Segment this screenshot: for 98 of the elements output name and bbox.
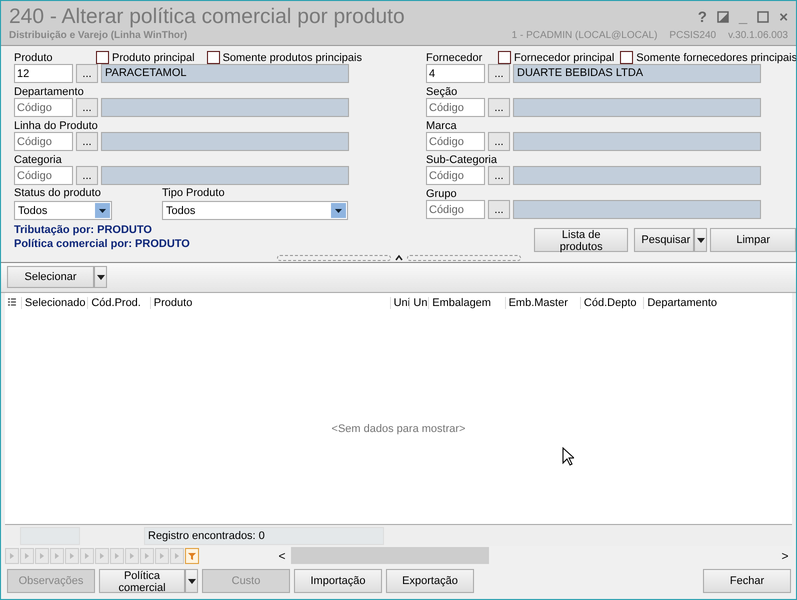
checkbox[interactable] bbox=[498, 51, 511, 64]
version-label: v.30.1.06.003 bbox=[728, 30, 788, 41]
mouse-cursor-icon bbox=[562, 447, 574, 466]
description-field: DUARTE BEBIDAS LTDA bbox=[513, 64, 761, 83]
caret-icon bbox=[188, 578, 196, 584]
footer-button[interactable]: Fechar bbox=[703, 569, 791, 593]
checkbox-label: Fornecedor principal bbox=[514, 52, 614, 64]
navigator-icon[interactable] bbox=[185, 548, 199, 564]
help-button[interactable]: ? bbox=[698, 8, 707, 26]
field-label: Fornecedor bbox=[426, 52, 484, 64]
column-header[interactable]: Embalagem bbox=[428, 297, 505, 309]
empty-message: <Sem dados para mostrar> bbox=[332, 422, 466, 434]
lookup-button[interactable]: ... bbox=[76, 64, 98, 83]
info-text: Tributação por: PRODUTO bbox=[14, 223, 153, 237]
field-label: Sub-Categoria bbox=[426, 154, 497, 166]
minimize-button[interactable]: _ bbox=[738, 8, 748, 26]
field-label: Status do produto bbox=[14, 187, 102, 199]
search-button[interactable]: Pesquisar bbox=[634, 228, 694, 252]
lookup-button[interactable]: ... bbox=[76, 132, 98, 151]
column-header[interactable]: Emb.Master bbox=[504, 297, 580, 309]
navigator-icon[interactable] bbox=[95, 548, 109, 564]
action-button[interactable]: Limpar bbox=[710, 228, 796, 252]
column-header[interactable]: Uni bbox=[409, 297, 428, 309]
navigator-icon[interactable] bbox=[35, 548, 49, 564]
select-button[interactable]: Selecionar bbox=[7, 266, 94, 288]
user-info: 1 - PCADMIN (LOCAL@LOCAL) bbox=[512, 30, 658, 41]
lookup-button[interactable]: ... bbox=[488, 98, 510, 117]
navigator-icon[interactable] bbox=[50, 548, 64, 564]
restore-icon[interactable] bbox=[716, 11, 729, 23]
dropdown-button[interactable] bbox=[185, 569, 198, 593]
info-text: Política comercial por: PRODUTO bbox=[14, 237, 191, 251]
close-button[interactable]: × bbox=[779, 8, 788, 26]
collapse-icon[interactable] bbox=[394, 255, 402, 261]
navigator-icon[interactable] bbox=[155, 548, 169, 564]
code-field[interactable]: Código bbox=[14, 166, 73, 185]
checkbox[interactable] bbox=[620, 51, 634, 64]
navigator-icon[interactable] bbox=[140, 548, 154, 564]
footer-button[interactable]: Política comercial bbox=[99, 569, 185, 593]
dropdown[interactable]: Todos bbox=[162, 201, 348, 220]
caret-icon bbox=[96, 274, 104, 280]
navigator-icon[interactable] bbox=[125, 548, 139, 564]
splitter-handle[interactable] bbox=[276, 255, 390, 261]
field-label: Produto bbox=[14, 52, 54, 64]
code-field[interactable]: Código bbox=[426, 200, 485, 219]
field-label: Departamento bbox=[14, 86, 85, 98]
footer-button[interactable]: Importação bbox=[294, 569, 382, 593]
code-field[interactable]: 4 bbox=[426, 64, 485, 83]
code-field[interactable]: Código bbox=[426, 166, 485, 185]
checkbox[interactable] bbox=[206, 51, 220, 64]
lookup-button[interactable]: ... bbox=[76, 98, 98, 117]
scroll-left-arrow[interactable]: < bbox=[275, 548, 289, 562]
column-header[interactable]: Selecionado bbox=[20, 297, 88, 309]
column-chooser-icon[interactable] bbox=[8, 298, 16, 308]
action-button[interactable]: Lista de produtos bbox=[534, 228, 628, 252]
navigator-icon[interactable] bbox=[65, 548, 79, 564]
code-field[interactable]: Código bbox=[14, 132, 73, 151]
checkbox-label: Produto principal bbox=[112, 52, 195, 64]
code-field[interactable]: Código bbox=[14, 98, 73, 117]
window-title: 240 - Alterar política comercial por produto bbox=[9, 5, 405, 29]
code-field[interactable]: Código bbox=[426, 98, 485, 117]
dropdown-button[interactable] bbox=[694, 228, 708, 252]
navigator-icon[interactable] bbox=[110, 548, 124, 564]
dropdown-button[interactable] bbox=[94, 266, 107, 288]
field-label: Linha do Produto bbox=[14, 120, 98, 132]
field-label: Tipo Produto bbox=[162, 187, 226, 199]
field-label: Categoria bbox=[14, 154, 63, 166]
column-header[interactable]: Cód.Depto bbox=[580, 297, 644, 309]
checkbox-label: Somente produtos principais bbox=[222, 52, 362, 64]
scroll-right-arrow[interactable]: > bbox=[778, 548, 792, 562]
lookup-button[interactable]: ... bbox=[488, 200, 510, 219]
lookup-button[interactable]: ... bbox=[76, 166, 98, 185]
description-field: PARACETAMOL bbox=[101, 64, 349, 83]
navigator-icon[interactable] bbox=[170, 548, 184, 564]
lookup-button[interactable]: ... bbox=[488, 64, 510, 83]
dropdown[interactable]: Todos bbox=[14, 201, 112, 220]
program-code: PCSIS240 bbox=[669, 30, 716, 41]
field-label: Marca bbox=[426, 120, 458, 132]
field-label: Grupo bbox=[426, 188, 458, 200]
navigator-icon[interactable] bbox=[20, 548, 34, 564]
field-label: Seção bbox=[426, 86, 458, 98]
lookup-button[interactable]: ... bbox=[488, 166, 510, 185]
code-field[interactable]: Código bbox=[426, 132, 485, 151]
navigator-icon[interactable] bbox=[5, 548, 19, 564]
navigator-icon[interactable] bbox=[80, 548, 94, 564]
record-count: Registro encontrados: 0 bbox=[144, 526, 384, 544]
lookup-button[interactable]: ... bbox=[488, 132, 510, 151]
footer-button[interactable]: Exportação bbox=[386, 569, 474, 593]
scrollbar-thumb[interactable] bbox=[291, 547, 489, 564]
column-header[interactable]: Cód.Prod. bbox=[87, 297, 150, 309]
window-subtitle: Distribuição e Varejo (Linha WinThor) bbox=[9, 30, 188, 41]
column-header[interactable]: Uni bbox=[390, 297, 410, 309]
checkbox[interactable] bbox=[96, 51, 109, 64]
code-field[interactable]: 12 bbox=[14, 64, 73, 83]
column-header[interactable]: Produto bbox=[150, 297, 390, 309]
maximize-icon[interactable] bbox=[757, 11, 770, 23]
caret-icon bbox=[696, 238, 705, 242]
column-header[interactable]: Departamento bbox=[643, 297, 792, 309]
splitter-handle[interactable] bbox=[406, 255, 520, 261]
